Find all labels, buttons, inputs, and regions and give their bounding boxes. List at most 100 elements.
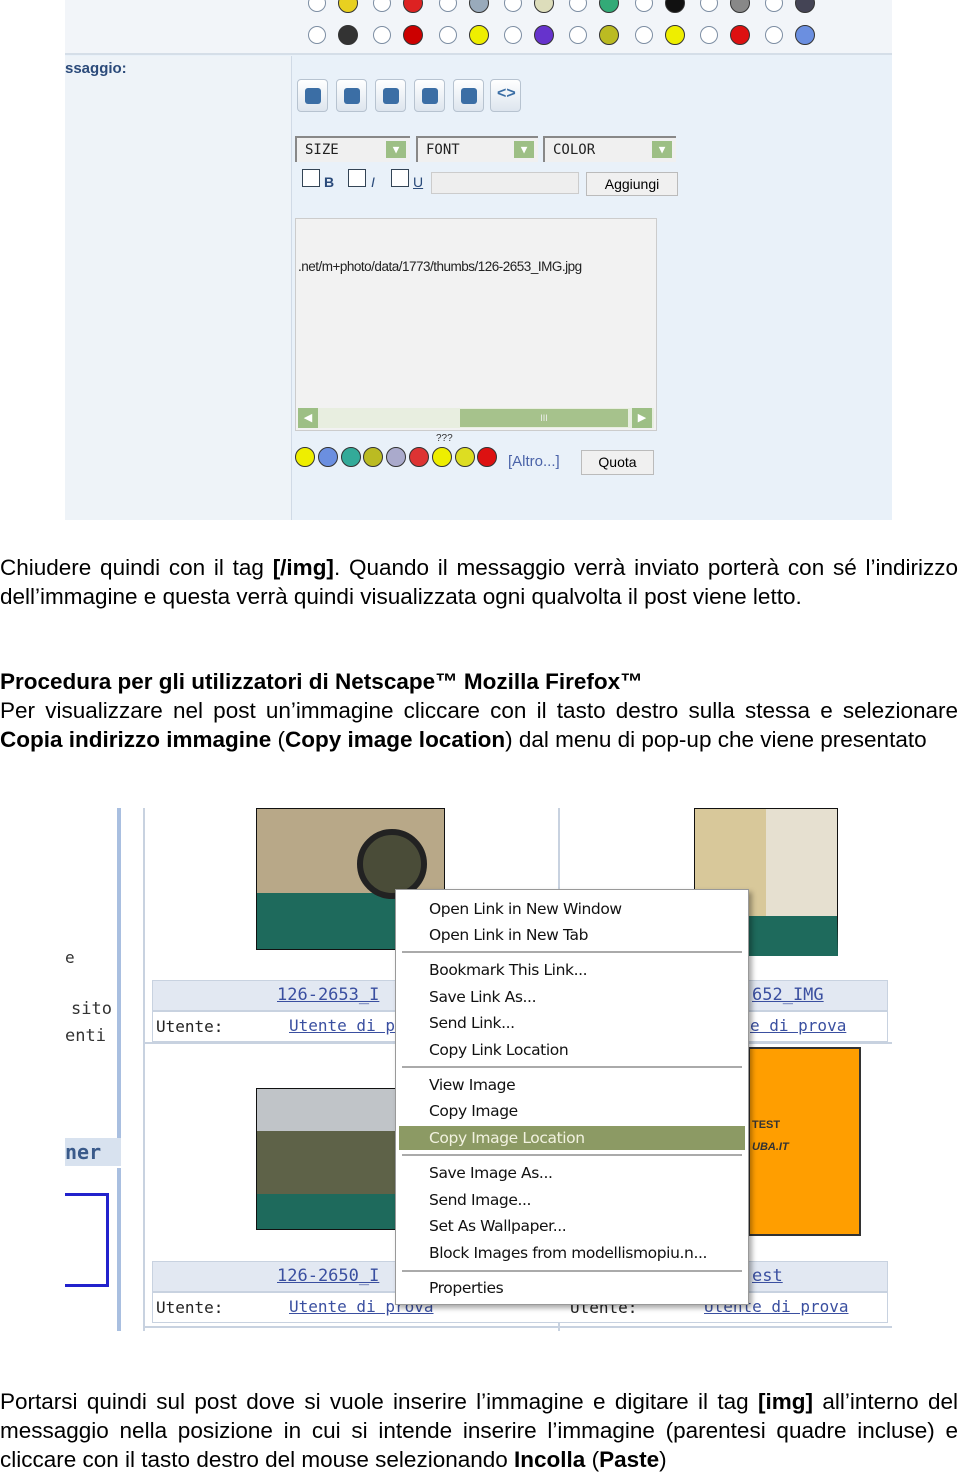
sidebar-text: e — [65, 948, 75, 967]
underline-label: U — [413, 174, 424, 190]
smiley-icon — [729, 25, 750, 45]
bold-text: Copia indirizzo immagine — [0, 727, 272, 752]
paragraph-close-tag: Chiudere quindi con il tag [/img]. Quand… — [0, 553, 958, 611]
menu-separator — [402, 1154, 742, 1156]
smiley-radio[interactable] — [699, 26, 718, 44]
banner-ad[interactable]: TEST UBA.IT — [748, 1047, 861, 1236]
menu-item[interactable]: Open Link in New Tab — [429, 926, 588, 944]
smiley-icon — [664, 25, 685, 45]
user-link[interactable]: Utente di pr — [289, 1016, 405, 1035]
menu-item[interactable]: Save Link As... — [429, 988, 537, 1006]
folder-tool-button[interactable] — [375, 79, 406, 112]
smiley-radio[interactable] — [503, 26, 522, 44]
label-column — [65, 56, 292, 520]
text: ( — [271, 727, 286, 752]
user-label: Utente: — [156, 1298, 224, 1317]
textarea-content: .net/m+photo/data/1773/thumbs/126-2653_I… — [298, 259, 582, 274]
quote-tool-button[interactable] — [453, 79, 484, 112]
smiley-radio[interactable] — [634, 26, 653, 44]
smiley-radio[interactable] — [765, 26, 784, 44]
box-tool-button[interactable] — [414, 79, 445, 112]
menu-item[interactable]: Block Images from modellismopiu.n... — [429, 1244, 707, 1262]
photo-title-link[interactable]: 652_IMG — [752, 985, 824, 1005]
quick-smiley-icon[interactable] — [340, 447, 361, 467]
smiley-icon — [795, 25, 816, 45]
quick-smiley-icon[interactable] — [295, 447, 315, 467]
bold-text: Copy image location — [285, 727, 506, 752]
color-select-label: COLOR — [553, 142, 596, 158]
smiley-tooltip: ??? — [436, 433, 453, 444]
photo-jeep-front[interactable] — [256, 1088, 396, 1230]
image-tool-button[interactable] — [336, 79, 367, 112]
horizontal-scrollbar[interactable]: ◀ III ▶ — [298, 408, 654, 428]
menu-item[interactable]: Copy Image Location — [429, 1129, 585, 1147]
menu-item[interactable]: Open Link in New Window — [429, 900, 622, 918]
scroll-left-icon[interactable]: ◀ — [298, 408, 318, 428]
italic-checkbox[interactable] — [348, 169, 366, 187]
chevron-down-icon: ▼ — [514, 141, 534, 158]
smiley-icon — [468, 25, 489, 45]
size-select[interactable]: SIZE ▼ — [295, 136, 410, 162]
smiley-icon — [533, 25, 554, 45]
menu-separator — [402, 1270, 742, 1272]
menu-item[interactable]: Save Image As... — [429, 1164, 553, 1182]
underline-checkbox[interactable] — [391, 169, 409, 187]
bold-text: Paste — [599, 1447, 660, 1472]
more-smileys-link[interactable]: [Altro...] — [508, 453, 560, 470]
smiley-radio[interactable] — [308, 26, 326, 44]
menu-item[interactable]: Send Link... — [429, 1014, 515, 1032]
color-select[interactable]: COLOR ▼ — [543, 136, 676, 162]
chevron-down-icon: ▼ — [386, 141, 406, 158]
text: ) — [659, 1447, 667, 1472]
menu-separator — [402, 951, 742, 953]
font-select-label: FONT — [426, 142, 460, 158]
menu-item[interactable]: Properties — [429, 1279, 504, 1297]
menu-item[interactable]: Copy Image — [429, 1102, 518, 1120]
text: ( — [585, 1447, 600, 1472]
text: Chiudere quindi con il tag — [0, 555, 273, 580]
italic-label: I — [371, 174, 375, 190]
menu-item[interactable]: Send Image... — [429, 1191, 531, 1209]
menu-separator — [402, 1066, 742, 1068]
quote-button[interactable]: Quota — [581, 450, 654, 475]
user-label: Utente: — [156, 1017, 224, 1036]
quick-smiley-icon[interactable] — [431, 447, 452, 467]
bold-text: Incolla — [514, 1447, 586, 1472]
code-tool-button[interactable]: <> — [490, 79, 521, 112]
tag-img-open: [img] — [757, 1389, 813, 1414]
section-firefox: Procedura per gli utilizzatori di Netsca… — [0, 667, 958, 754]
bold-label: B — [324, 174, 335, 190]
text: Per visualizzare nel post un’immagine cl… — [0, 698, 958, 723]
tag-img-close: [/img] — [272, 555, 334, 580]
photo-title-link[interactable]: 126-2653_I — [277, 985, 379, 1005]
menu-item[interactable]: View Image — [429, 1076, 516, 1094]
sidebar-text: sito — [71, 999, 112, 1019]
photo-title-link[interactable]: 126-2650_I — [277, 1266, 379, 1286]
message-textarea[interactable]: .net/m+photo/data/1773/thumbs/126-2653_I… — [295, 218, 657, 431]
paragraph-paste: Portarsi quindi sul post dove si vuole i… — [0, 1387, 958, 1474]
quick-smiley-icon[interactable] — [317, 447, 338, 467]
scroll-right-icon[interactable]: ▶ — [632, 408, 652, 428]
add-button[interactable]: Aggiungi — [586, 172, 678, 196]
smiley-icon — [338, 25, 358, 45]
link-tool-button[interactable] — [297, 79, 328, 112]
text: Portarsi quindi sul post dove si vuole i… — [0, 1389, 758, 1414]
scroll-thumb[interactable]: III — [460, 409, 628, 427]
menu-item[interactable]: Copy Link Location — [429, 1041, 569, 1059]
menu-item[interactable]: Bookmark This Link... — [429, 961, 588, 979]
chevron-down-icon: ▼ — [652, 141, 672, 158]
size-select-label: SIZE — [305, 142, 339, 158]
menu-item[interactable]: Set As Wallpaper... — [429, 1217, 567, 1235]
quick-smiley-icon[interactable] — [409, 447, 429, 467]
sidebar-text: enti — [65, 1026, 106, 1046]
photo-title-link[interactable]: est — [752, 1266, 783, 1286]
user-link[interactable]: e di prova — [750, 1016, 846, 1035]
quick-smiley-icon[interactable] — [454, 447, 475, 467]
sidebar-heading: ner — [65, 1138, 121, 1166]
font-select[interactable]: FONT ▼ — [416, 136, 538, 162]
banner-text: UBA.IT — [752, 1141, 789, 1153]
message-label: ssaggio: — [65, 60, 127, 77]
url-input[interactable] — [431, 172, 579, 194]
smiley-radio[interactable] — [438, 26, 457, 44]
bold-checkbox[interactable] — [302, 169, 320, 187]
